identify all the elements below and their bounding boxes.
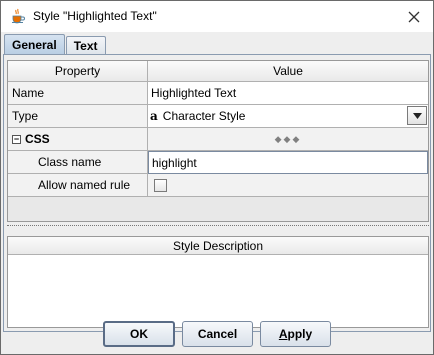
apply-button[interactable]: Apply (260, 321, 331, 347)
type-dropdown-button[interactable] (407, 106, 427, 125)
tab-bar: General Text (4, 34, 107, 55)
table-header-row: Property Value (8, 61, 428, 82)
type-selected-value: Character Style (162, 109, 246, 123)
allow-named-rule-cell (148, 174, 428, 197)
collapse-toggle-icon[interactable]: − (12, 134, 21, 144)
class-name-field[interactable]: highlight (148, 151, 428, 174)
type-label: Type (8, 105, 148, 128)
style-dialog: Style "Highlighted Text" General Text Pr… (0, 0, 434, 355)
name-value-field[interactable]: Highlighted Text (148, 82, 428, 105)
close-button[interactable] (399, 3, 429, 30)
type-combobox[interactable]: a Character Style (148, 105, 428, 127)
title-bar: Style "Highlighted Text" (1, 1, 433, 32)
css-group-value: ◆◆◆ (148, 128, 428, 151)
style-description-header: Style Description (8, 237, 428, 255)
style-description-panel: Style Description (7, 236, 429, 328)
column-header-value[interactable]: Value (148, 61, 428, 82)
css-group-header[interactable]: − CSS (8, 128, 148, 151)
close-icon (408, 11, 420, 22)
table-row-css: − CSS ◆◆◆ (8, 128, 428, 151)
property-table: Property Value Name Highlighted Text Typ… (7, 60, 429, 222)
chevron-down-icon (412, 112, 422, 119)
window-title: Style "Highlighted Text" (33, 9, 157, 23)
class-name-label: Class name (8, 151, 148, 174)
character-style-icon: a (150, 109, 158, 123)
css-group-label: CSS (25, 132, 50, 146)
java-cup-icon (12, 8, 25, 24)
apply-mnemonic: A (278, 327, 288, 341)
table-row-class-name: Class name highlight (8, 151, 428, 174)
name-label: Name (8, 82, 148, 105)
ok-button[interactable]: OK (103, 321, 175, 347)
general-tab-panel: Property Value Name Highlighted Text Typ… (3, 54, 431, 332)
style-description-textarea[interactable] (8, 255, 428, 327)
split-pane-divider[interactable] (7, 225, 429, 231)
type-value-cell: a Character Style (148, 105, 428, 128)
table-row-name: Name Highlighted Text (8, 82, 428, 105)
cancel-button[interactable]: Cancel (182, 321, 253, 347)
group-dots-icon: ◆◆◆ (274, 133, 302, 144)
apply-label-rest: pply (287, 327, 313, 341)
table-row-allow-named-rule: Allow named rule (8, 174, 428, 197)
allow-named-rule-checkbox[interactable] (154, 178, 167, 192)
table-row-type: Type a Character Style (8, 105, 428, 128)
column-header-property[interactable]: Property (8, 61, 148, 82)
tab-general[interactable]: General (4, 34, 65, 55)
dialog-content: General Text Property Value Name Highlig… (1, 32, 433, 354)
allow-named-rule-label: Allow named rule (8, 174, 148, 197)
tab-text[interactable]: Text (65, 36, 106, 55)
